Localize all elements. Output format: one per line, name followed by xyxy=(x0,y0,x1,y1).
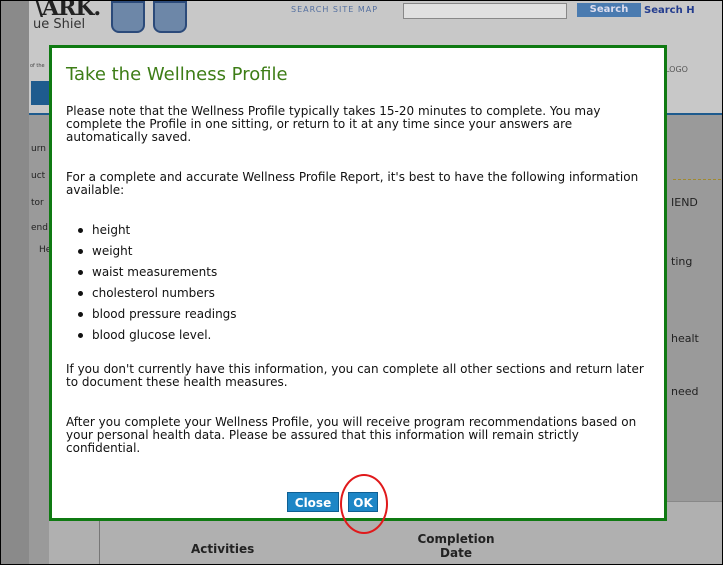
column-header-completion-date: Completion Date xyxy=(417,532,495,560)
side-nav-item[interactable]: urn xyxy=(31,144,46,154)
dialog-paragraph-requirements: For a complete and accurate Wellness Pro… xyxy=(66,170,639,197)
list-item: blood pressure readings xyxy=(76,304,237,325)
background-logo-tagline: of the xyxy=(30,63,45,69)
search-input[interactable] xyxy=(403,3,567,19)
right-column-text: IEND xyxy=(671,196,698,209)
background-logo-right-text: LOGO xyxy=(665,65,688,74)
dialog-paragraph-duration: Please note that the Wellness Profile ty… xyxy=(66,104,601,144)
wellness-profile-dialog: Take the Wellness Profile Please note th… xyxy=(49,45,667,521)
side-nav-item[interactable]: end xyxy=(31,223,48,233)
required-info-list: height weight waist measurements cholest… xyxy=(76,220,237,346)
list-item: weight xyxy=(76,241,237,262)
list-item: cholesterol numbers xyxy=(76,283,237,304)
cross-emblem-icon xyxy=(111,1,145,33)
list-item: height xyxy=(76,220,237,241)
right-column-text: need xyxy=(671,385,699,398)
column-header-activities: Activities xyxy=(191,542,255,556)
dialog-paragraph-confidential: After you complete your Wellness Profile… xyxy=(66,415,637,455)
list-item: waist measurements xyxy=(76,262,237,283)
dashed-divider xyxy=(673,179,721,180)
dialog-paragraph-missing-info: If you don't currently have this informa… xyxy=(66,362,644,389)
right-column-text: ting xyxy=(671,255,693,268)
search-button[interactable]: Search xyxy=(577,3,641,17)
shield-emblem-icon xyxy=(153,1,187,33)
screenshot-frame: \ARK. ue Shiel of the SEARCH SITE MAP Se… xyxy=(0,0,723,565)
ok-button[interactable]: OK xyxy=(348,492,378,512)
dialog-title: Take the Wellness Profile xyxy=(66,64,288,85)
side-nav-item[interactable]: uct xyxy=(31,171,45,181)
search-help-link[interactable]: Search H xyxy=(644,5,695,16)
right-column-text: healt xyxy=(671,332,699,345)
search-site-map-label: SEARCH SITE MAP xyxy=(291,5,379,14)
list-item: blood glucose level. xyxy=(76,325,237,346)
close-button[interactable]: Close xyxy=(287,492,339,512)
side-nav-item[interactable]: tor xyxy=(31,198,44,208)
background-logo-subtext: ue Shiel xyxy=(33,17,86,32)
